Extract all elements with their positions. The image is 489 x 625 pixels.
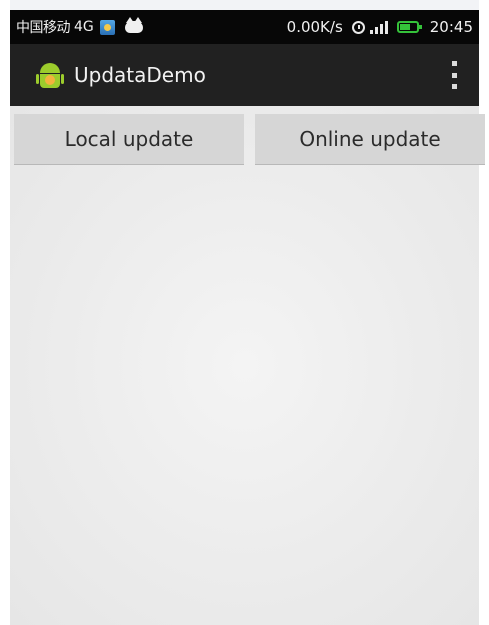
network-type: 4G <box>74 19 94 35</box>
main-content: Local update Online update <box>10 106 485 625</box>
clock: 20:45 <box>429 18 473 36</box>
app-title: UpdataDemo <box>74 63 206 87</box>
online-update-button[interactable]: Online update <box>255 114 485 164</box>
status-bar-left: 中国移动 4G <box>10 17 143 37</box>
phone-screen: 中国移动 4G 0.00K/s 20:45 UpdataDemo Local u… <box>0 0 489 625</box>
status-bar-right: 0.00K/s 20:45 <box>287 18 479 36</box>
top-strip <box>10 0 479 10</box>
alarm-icon <box>351 20 365 34</box>
local-update-button[interactable]: Local update <box>14 114 244 164</box>
action-bar: UpdataDemo <box>10 44 479 108</box>
carrier-name: 中国移动 <box>16 20 71 36</box>
net-speed: 0.00K/s <box>286 18 343 36</box>
android-app-icon <box>36 61 64 89</box>
status-bar: 中国移动 4G 0.00K/s 20:45 <box>10 10 479 44</box>
overflow-menu-icon[interactable] <box>452 61 457 89</box>
signal-icon <box>369 20 390 34</box>
notification-icon <box>99 19 115 35</box>
battery-icon <box>396 21 422 33</box>
cat-icon <box>124 17 143 33</box>
